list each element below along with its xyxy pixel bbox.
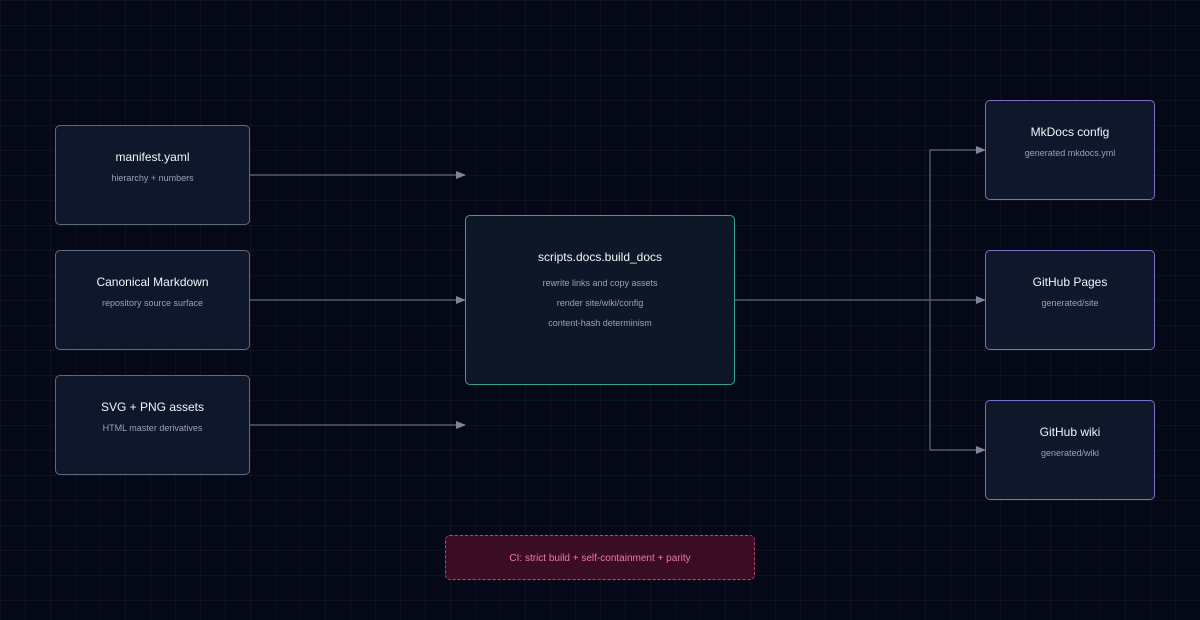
diagram-canvas: manifest.yaml hierarchy + numbers Canoni… [0, 0, 1200, 620]
source-node-assets[interactable]: SVG + PNG assets HTML master derivatives [55, 375, 250, 475]
node-title: GitHub wiki [1039, 425, 1101, 439]
node-detail-line: rewrite links and copy assets [542, 278, 658, 288]
output-node-wiki[interactable]: GitHub wiki generated/wiki [985, 400, 1155, 500]
node-subtitle: generated/site [1041, 298, 1099, 308]
node-detail-line: content-hash determinism [548, 318, 652, 328]
output-node-mkdocs[interactable]: MkDocs config generated mkdocs.yml [985, 100, 1155, 200]
node-title: scripts.docs.build_docs [537, 250, 663, 264]
ci-check-label: CI: strict build + self-containment + pa… [509, 553, 691, 564]
node-subtitle: hierarchy + numbers [111, 173, 194, 183]
node-subtitle: generated mkdocs.yml [1024, 148, 1116, 158]
node-title: Canonical Markdown [96, 275, 209, 289]
source-node-manifest[interactable]: manifest.yaml hierarchy + numbers [55, 125, 250, 225]
node-subtitle: repository source surface [101, 298, 204, 308]
ci-check-banner[interactable]: CI: strict build + self-containment + pa… [445, 535, 755, 580]
node-detail-line: render site/wiki/config [556, 298, 644, 308]
node-title: manifest.yaml [115, 150, 190, 164]
node-subtitle: generated/wiki [1040, 448, 1100, 458]
build-docs-node[interactable]: scripts.docs.build_docs rewrite links an… [465, 215, 735, 385]
output-node-pages[interactable]: GitHub Pages generated/site [985, 250, 1155, 350]
source-node-markdown[interactable]: Canonical Markdown repository source sur… [55, 250, 250, 350]
node-subtitle: HTML master derivatives [102, 423, 203, 433]
node-title: SVG + PNG assets [100, 400, 205, 414]
node-title: GitHub Pages [1032, 275, 1108, 289]
node-title: MkDocs config [1030, 125, 1110, 139]
